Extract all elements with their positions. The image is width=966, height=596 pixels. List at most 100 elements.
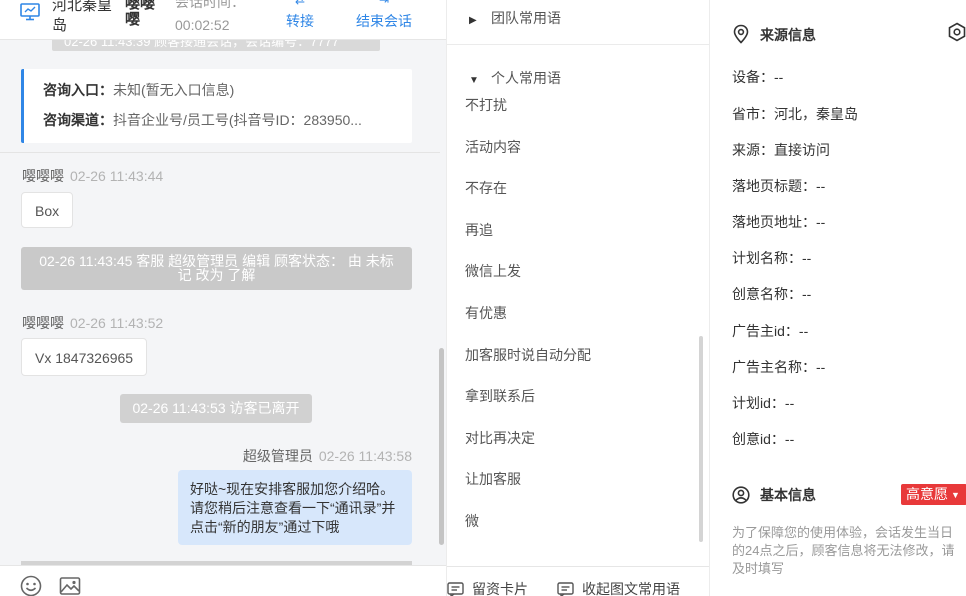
info-label: 计划id： — [732, 395, 785, 411]
info-row-creative-name: 创意名称：-- — [732, 284, 811, 304]
phrase-item[interactable]: 再追 — [465, 220, 493, 240]
caret-down-icon: ▼ — [951, 490, 960, 500]
info-value: 河北，秦皇岛 — [774, 106, 858, 122]
caret-down-icon: ▼ — [469, 75, 479, 86]
phrase-item[interactable]: 不存在 — [465, 178, 507, 198]
collapse-phrases-label: 收起图文常用语 — [582, 581, 680, 596]
phrase-item[interactable]: 拿到联系后 — [465, 386, 535, 406]
phrase-item[interactable]: 有优惠 — [465, 303, 507, 323]
message-time: 02-26 11:43:58 — [318, 448, 412, 464]
info-value: -- — [784, 395, 795, 411]
info-panel: 来源信息 设备：-- 省市：河北，秦皇岛 来源：直接访问 落地页标题：-- 落地… — [710, 0, 966, 596]
info-value: -- — [816, 178, 826, 194]
incoming-message: Vx 1847326965 — [21, 338, 148, 376]
phrase-item[interactable]: 微 — [465, 511, 479, 531]
phrase-item[interactable]: 活动内容 — [465, 137, 521, 157]
caret-right-icon: ▶ — [469, 15, 477, 26]
location-pin-icon — [733, 24, 749, 44]
info-label: 设备： — [732, 69, 774, 85]
phrase-footer: 留资卡片 收起图文常用语 — [447, 566, 709, 596]
info-row-landing-title: 落地页标题：-- — [732, 176, 825, 196]
divider — [0, 152, 440, 153]
info-row-plan-name: 计划名称：-- — [732, 248, 811, 268]
info-label: 省市： — [732, 106, 774, 122]
group-label: 团队常用语 — [491, 10, 561, 26]
input-toolbar — [0, 565, 446, 596]
intent-dropdown[interactable]: 高意愿 ▼ — [901, 484, 966, 505]
divider — [447, 44, 709, 45]
message-card-icon — [447, 582, 464, 596]
message-time: 02-26 11:43:44 — [70, 168, 164, 184]
info-label: 落地页地址： — [732, 214, 816, 230]
info-label: 来源： — [732, 142, 774, 158]
transfer-button[interactable]: ⇄ 转接 — [284, 0, 316, 31]
message-meta: 嘤嘤嘤 02-26 11:43:44 — [22, 166, 163, 186]
outgoing-message: 好哒~现在安排客服加您介绍哈。请您稍后注意查看一下“通讯录”并点击“新的朋友”通… — [178, 470, 412, 545]
personal-phrases-group[interactable]: ▼ 个人常用语 — [469, 68, 561, 88]
lead-card-label: 留资卡片 — [472, 581, 528, 596]
info-row-source: 来源：直接访问 — [732, 140, 830, 160]
session-time: 00:02:52 — [175, 17, 230, 33]
message-card-icon — [557, 582, 574, 596]
user-circle-icon — [732, 486, 750, 504]
section-title: 来源信息 — [760, 27, 816, 43]
phrase-item[interactable]: 微信上发 — [465, 261, 521, 281]
end-session-button[interactable]: ⇥ 结束会话 — [352, 0, 416, 31]
info-row-plan-id: 计划id：-- — [732, 393, 794, 413]
phrase-item[interactable]: 让加客服 — [465, 469, 521, 489]
info-row-advertiser-name: 广告主名称：-- — [732, 357, 825, 377]
transfer-icon: ⇄ — [294, 0, 306, 7]
system-message: 02-26 11:43:53 访客已离开 — [120, 394, 312, 423]
section-title: 基本信息 — [760, 487, 816, 503]
entry-row: 咨询入口：未知(暂无入口信息) — [43, 81, 389, 99]
source-info-title: 来源信息 — [732, 24, 816, 45]
info-row-device: 设备：-- — [732, 67, 783, 87]
info-row-province: 省市：河北，秦皇岛 — [732, 104, 858, 124]
phrase-item[interactable]: 对比再决定 — [465, 428, 535, 448]
lead-card-button[interactable]: 留资卡片 — [447, 579, 528, 596]
session-time-label: 会话时间： — [175, 0, 245, 10]
info-label: 创意名称： — [732, 286, 802, 302]
phrase-item[interactable]: 加客服时说自动分配 — [465, 345, 591, 365]
transfer-label: 转接 — [286, 13, 314, 29]
chat-panel: 02-26 11:43:39 顾客接通会话，会话编号：7777 咨询入口：未知(… — [0, 0, 446, 596]
visitor-location: 河北秦皇岛 — [52, 0, 113, 34]
sender-name: 超级管理员 — [242, 448, 313, 464]
info-value: 直接访问 — [774, 142, 830, 158]
end-session-label: 结束会话 — [356, 13, 412, 29]
phrase-scrollbar[interactable] — [699, 336, 703, 542]
team-phrases-group[interactable]: ▶ 团队常用语 — [469, 8, 561, 28]
info-label: 落地页标题： — [732, 178, 816, 194]
channel-label: 咨询渠道： — [43, 112, 113, 128]
channel-row: 咨询渠道：抖音企业号/员工号(抖音号ID：283950... — [43, 111, 389, 129]
source-card: 咨询入口：未知(暂无入口信息) 咨询渠道：抖音企业号/员工号(抖音号ID：283… — [21, 69, 412, 143]
message-time: 02-26 11:43:52 — [70, 315, 164, 331]
sender-name: 嘤嘤嘤 — [22, 168, 64, 184]
chat-scrollbar[interactable] — [439, 348, 444, 545]
phrase-item[interactable]: 不打扰 — [465, 95, 507, 115]
exit-icon: ⇥ — [378, 0, 390, 7]
message-meta: 嘤嘤嘤 02-26 11:43:52 — [22, 313, 163, 333]
info-value: -- — [784, 431, 795, 447]
info-row-advertiser-id: 广告主id：-- — [732, 321, 808, 341]
phrase-panel: ▶ 团队常用语 ▼ 个人常用语 不打扰 活动内容 不存在 再追 微信上发 有优惠 加… — [446, 0, 710, 596]
settings-icon[interactable] — [947, 22, 966, 42]
info-value: -- — [798, 323, 809, 339]
basic-info-title: 基本信息 — [732, 485, 816, 505]
info-row-landing-url: 落地页地址：-- — [732, 212, 825, 232]
info-label: 广告主id： — [732, 323, 799, 339]
entry-value: 未知(暂无入口信息) — [113, 82, 235, 98]
info-value: -- — [816, 359, 826, 375]
collapse-phrases-button[interactable]: 收起图文常用语 — [557, 579, 680, 596]
visitor-name: 嘤嘤嘤 — [125, 0, 156, 28]
info-value: -- — [774, 69, 784, 85]
group-label: 个人常用语 — [491, 70, 561, 86]
info-value: -- — [802, 250, 812, 266]
smile-icon[interactable] — [20, 575, 42, 596]
info-label: 广告主名称： — [732, 359, 816, 375]
info-value: -- — [816, 214, 826, 230]
system-message: 02-26 11:43:45 客服 超级管理员 编辑 顾客状态： 由 未标记 改… — [21, 247, 412, 290]
image-icon[interactable] — [59, 575, 81, 596]
info-label: 计划名称： — [732, 250, 802, 266]
entry-label: 咨询入口： — [43, 82, 113, 98]
